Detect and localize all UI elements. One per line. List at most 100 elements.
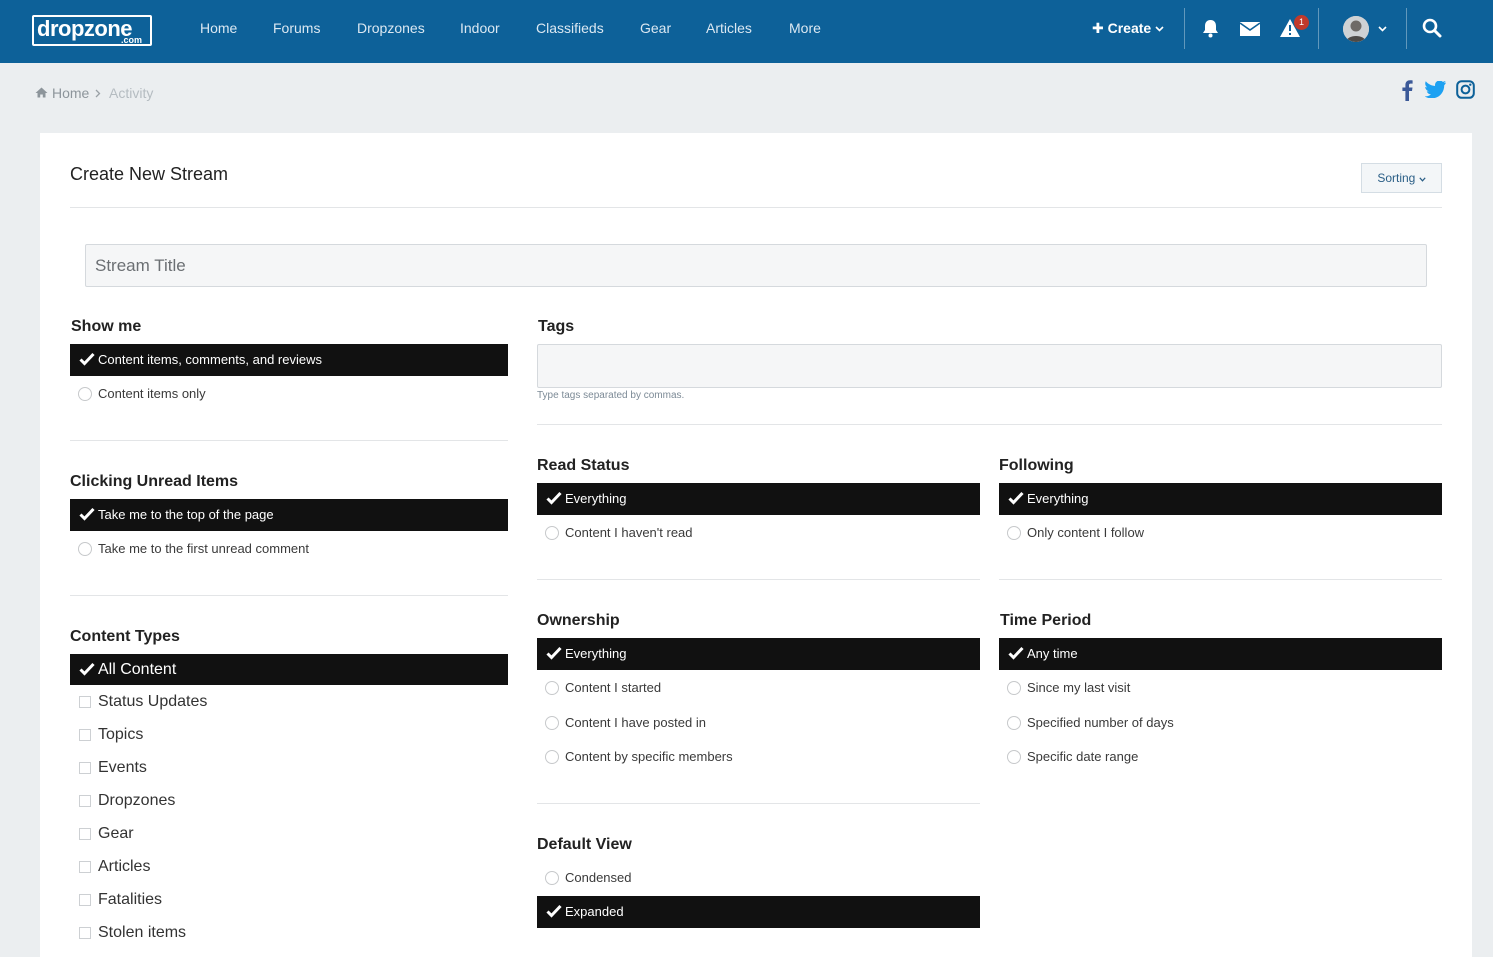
- option-label: Condensed: [565, 870, 632, 885]
- user-photo-icon: [1343, 16, 1369, 42]
- radio-circle: [545, 716, 559, 730]
- twitter-icon[interactable]: [1425, 81, 1446, 98]
- facebook-icon[interactable]: [1401, 79, 1413, 101]
- instagram-icon[interactable]: [1456, 80, 1475, 99]
- ownership-option-started[interactable]: Content I started: [537, 676, 980, 700]
- radio-circle: [1007, 716, 1021, 730]
- default-view-title: Default View: [537, 836, 632, 853]
- following-option-everything[interactable]: Everything: [999, 483, 1442, 515]
- checkmark-icon: [546, 491, 562, 505]
- page-title: Create New Stream: [70, 164, 229, 184]
- checkmark-icon: [79, 662, 95, 676]
- ownership-option-posted-in[interactable]: Content I have posted in: [537, 711, 980, 735]
- option-label: Everything: [565, 491, 627, 506]
- option-label: Only content I follow: [1027, 525, 1145, 540]
- radio-circle: [78, 387, 92, 401]
- divider: [999, 579, 1442, 580]
- option-label: Stolen items: [98, 924, 187, 941]
- time-period-option-number-of-days[interactable]: Specified number of days: [999, 711, 1442, 735]
- content-type-all[interactable]: All Content: [70, 654, 508, 685]
- divider: [537, 424, 1442, 425]
- breadcrumb-current: Activity: [109, 85, 154, 101]
- radio-circle: [1007, 750, 1021, 764]
- user-menu-chevron-icon[interactable]: [1378, 26, 1387, 32]
- checkmark-icon: [546, 646, 562, 660]
- nav-indoor[interactable]: Indoor: [460, 0, 500, 57]
- plus-icon: ✚: [1092, 20, 1104, 36]
- create-label: Create: [1107, 20, 1152, 36]
- nav-gear[interactable]: Gear: [640, 0, 671, 57]
- nav-articles[interactable]: Articles: [706, 0, 752, 57]
- checkbox: [79, 861, 91, 873]
- checkmark-icon: [1008, 646, 1024, 660]
- read-status-option-unread[interactable]: Content I haven't read: [537, 521, 980, 545]
- logo-suffix: .com: [120, 35, 142, 45]
- header-divider: [1318, 8, 1319, 49]
- stream-title-input[interactable]: [85, 244, 1427, 287]
- dropzone-logo[interactable]: dropzone .com: [32, 15, 152, 46]
- ownership-option-everything[interactable]: Everything: [537, 638, 980, 670]
- chevron-right-icon: [95, 89, 101, 98]
- time-period-option-any[interactable]: Any time: [999, 638, 1442, 670]
- nav-forums[interactable]: Forums: [273, 0, 320, 57]
- sorting-button[interactable]: Sorting: [1361, 163, 1442, 193]
- checkbox: [79, 828, 91, 840]
- option-label: Topics: [98, 726, 144, 743]
- ownership-option-specific-members[interactable]: Content by specific members: [537, 745, 980, 769]
- checkbox: [79, 927, 91, 939]
- nav-more[interactable]: More: [789, 0, 821, 57]
- logo-text: dropzone: [37, 16, 133, 41]
- checkmark-icon: [1008, 491, 1024, 505]
- option-label: Expanded: [565, 904, 624, 919]
- content-type-topics[interactable]: Topics: [70, 721, 143, 749]
- time-period-title: Time Period: [1000, 612, 1092, 629]
- content-type-events[interactable]: Events: [70, 754, 147, 782]
- option-label: Content by specific members: [565, 749, 733, 764]
- nav-dropzones[interactable]: Dropzones: [357, 0, 425, 57]
- radio-circle: [545, 526, 559, 540]
- search-icon[interactable]: [1422, 18, 1442, 38]
- time-period-option-date-range[interactable]: Specific date range: [999, 745, 1442, 769]
- content-types-title: Content Types: [70, 628, 180, 645]
- home-icon: [35, 87, 48, 98]
- notification-badge: 1: [1294, 15, 1309, 30]
- content-type-gear[interactable]: Gear: [70, 820, 134, 848]
- bell-icon[interactable]: [1200, 18, 1221, 39]
- unread-option-first-unread[interactable]: Take me to the first unread comment: [70, 537, 508, 561]
- read-status-option-everything[interactable]: Everything: [537, 483, 980, 515]
- show-me-option-items-only[interactable]: Content items only: [70, 382, 508, 406]
- radio-circle: [545, 871, 559, 885]
- content-type-dropzones[interactable]: Dropzones: [70, 787, 175, 815]
- unread-option-top[interactable]: Take me to the top of the page: [70, 499, 508, 531]
- divider: [537, 803, 980, 804]
- option-label: Any time: [1027, 646, 1078, 661]
- divider: [70, 207, 1442, 208]
- content-type-stolen-items[interactable]: Stolen items: [70, 919, 186, 947]
- tags-hint: Type tags separated by commas.: [537, 390, 685, 401]
- content-type-status-updates[interactable]: Status Updates: [70, 688, 207, 716]
- option-label: Fatalities: [98, 891, 163, 908]
- nav-home[interactable]: Home: [200, 0, 237, 57]
- create-button[interactable]: ✚ Create: [1092, 0, 1164, 57]
- envelope-icon[interactable]: [1239, 21, 1261, 37]
- option-label: Content I started: [565, 680, 662, 695]
- option-label: Articles: [98, 858, 151, 875]
- top-navigation-bar: dropzone .com Home Forums Dropzones Indo…: [0, 0, 1493, 63]
- show-me-option-all[interactable]: Content items, comments, and reviews: [70, 344, 508, 376]
- following-option-only-followed[interactable]: Only content I follow: [999, 521, 1442, 545]
- user-avatar[interactable]: [1343, 16, 1369, 42]
- default-view-option-condensed[interactable]: Condensed: [537, 866, 980, 890]
- breadcrumb-home[interactable]: Home: [52, 85, 89, 101]
- radio-circle: [1007, 681, 1021, 695]
- default-view-option-expanded[interactable]: Expanded: [537, 896, 980, 928]
- tags-input[interactable]: [537, 344, 1442, 388]
- content-type-articles[interactable]: Articles: [70, 853, 150, 881]
- option-label: Everything: [1027, 491, 1089, 506]
- checkmark-icon: [79, 352, 95, 366]
- content-type-fatalities[interactable]: Fatalities: [70, 886, 162, 914]
- divider: [70, 440, 508, 441]
- checkbox: [79, 894, 91, 906]
- time-period-option-last-visit[interactable]: Since my last visit: [999, 676, 1442, 700]
- nav-classifieds[interactable]: Classifieds: [536, 0, 604, 57]
- option-label: Gear: [98, 825, 134, 842]
